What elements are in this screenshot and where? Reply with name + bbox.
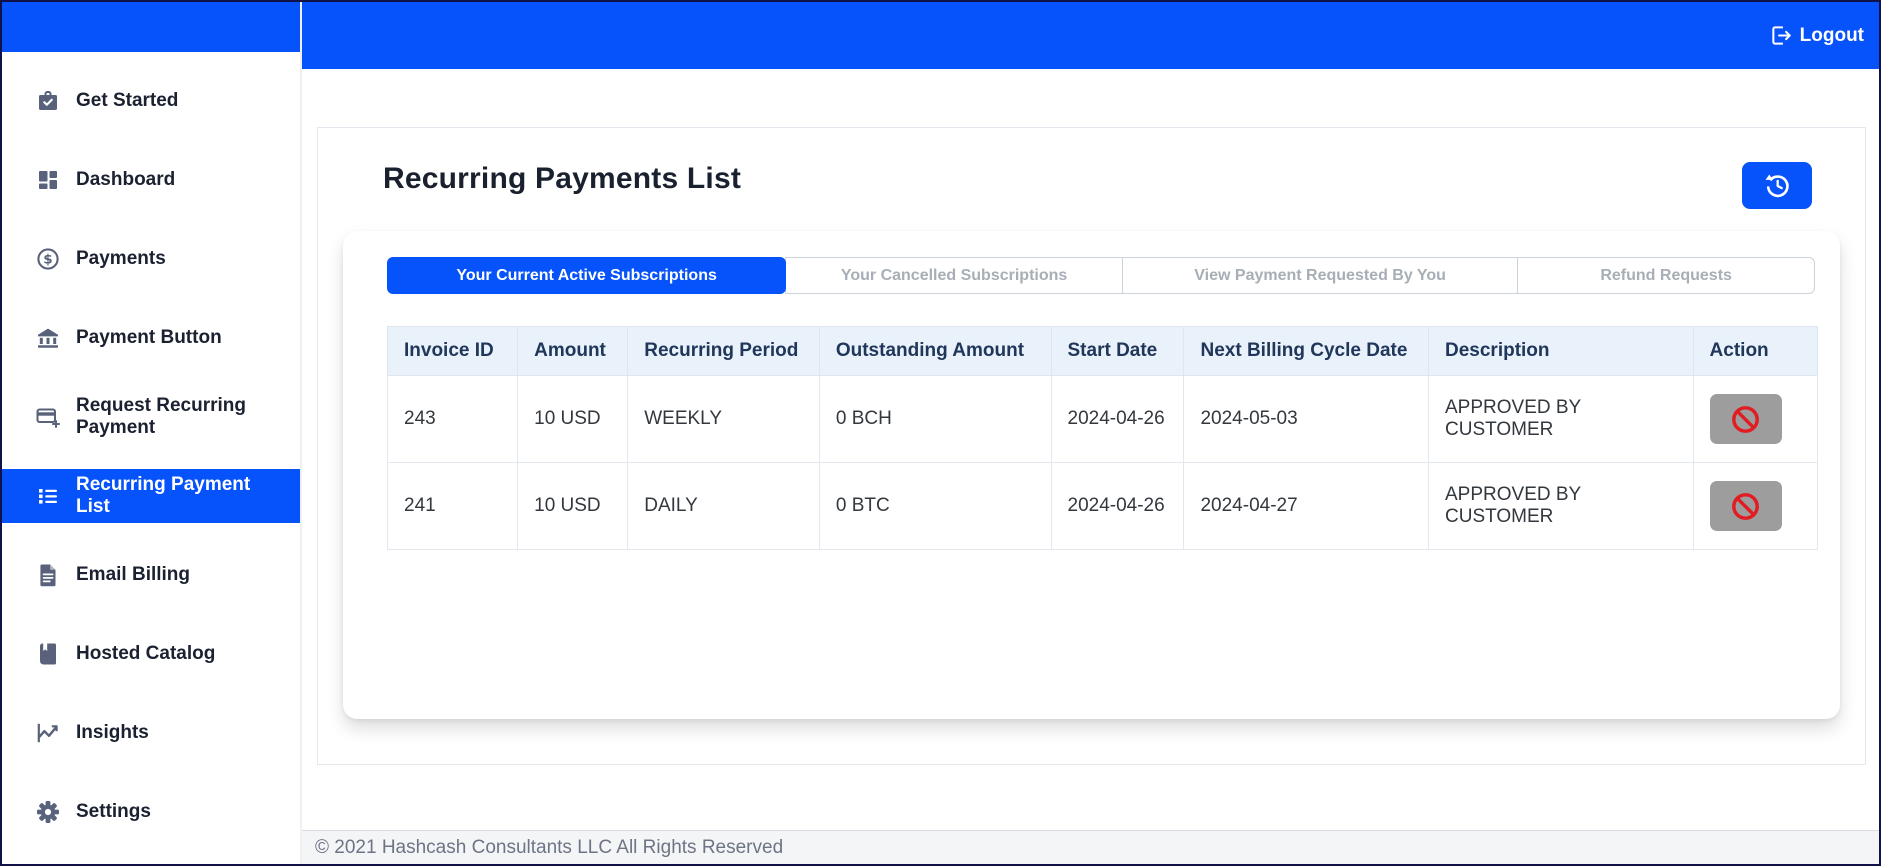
gear-icon xyxy=(35,799,61,825)
sidebar-item-label: Hosted Catalog xyxy=(76,643,216,665)
column-header-next-billing-cycle-date: Next Billing Cycle Date xyxy=(1183,326,1429,376)
footer: © 2021 Hashcash Consultants LLC All Righ… xyxy=(302,830,1879,864)
main-content: Recurring Payments List Your Current Act… xyxy=(302,69,1879,830)
sidebar: Get Started Dashboard $ Payments Payment… xyxy=(2,2,302,864)
sidebar-item-payment-button[interactable]: Payment Button xyxy=(2,311,300,365)
cell-next-billing-cycle-date: 2024-05-03 xyxy=(1183,375,1429,463)
cell-invoice-id: 241 xyxy=(386,462,519,550)
cell-next-billing-cycle-date: 2024-04-27 xyxy=(1183,462,1429,550)
list-icon xyxy=(35,483,61,509)
panel-header: Recurring Payments List xyxy=(343,156,1840,209)
chart-line-icon xyxy=(35,720,61,746)
recurring-payments-table: Invoice ID Amount Recurring Period Outst… xyxy=(386,326,1819,550)
cell-outstanding-amount: 0 BCH xyxy=(818,375,1052,463)
sidebar-item-request-recurring-payment[interactable]: Request Recurring Payment xyxy=(2,390,300,444)
sidebar-item-label: Recurring Payment List xyxy=(76,474,251,517)
cell-description: APPROVED BY CUSTOMER xyxy=(1428,375,1694,463)
table-header-row: Invoice ID Amount Recurring Period Outst… xyxy=(386,326,1819,376)
column-header-start-date: Start Date xyxy=(1050,326,1185,376)
column-header-recurring-period: Recurring Period xyxy=(627,326,820,376)
sidebar-item-insights[interactable]: Insights xyxy=(2,706,300,760)
sidebar-item-label: Get Started xyxy=(76,90,179,112)
sidebar-item-dashboard[interactable]: Dashboard xyxy=(2,153,300,207)
cell-action xyxy=(1692,375,1819,463)
cell-start-date: 2024-04-26 xyxy=(1050,375,1185,463)
column-header-invoice-id: Invoice ID xyxy=(386,326,519,376)
tab-view-payment-requested[interactable]: View Payment Requested By You xyxy=(1121,257,1519,294)
sidebar-item-label: Settings xyxy=(76,801,151,823)
tab-refund-requests[interactable]: Refund Requests xyxy=(1517,257,1815,294)
sidebar-item-label: Request Recurring Payment xyxy=(76,395,246,438)
cell-amount: 10 USD xyxy=(517,462,629,550)
refresh-history-button[interactable] xyxy=(1742,162,1812,209)
ban-icon xyxy=(1730,491,1761,522)
logout-label: Logout xyxy=(1799,24,1864,46)
card-plus-icon xyxy=(35,404,61,430)
top-header-bar: Logout xyxy=(302,2,1879,69)
sidebar-item-label: Payments xyxy=(76,248,166,270)
logout-button[interactable]: Logout xyxy=(1770,24,1864,47)
cell-action xyxy=(1692,462,1819,550)
sidebar-item-email-billing[interactable]: Email Billing xyxy=(2,548,300,602)
column-header-action: Action xyxy=(1692,326,1819,376)
cell-amount: 10 USD xyxy=(517,375,629,463)
column-header-description: Description xyxy=(1428,326,1694,376)
content-panel: Recurring Payments List Your Current Act… xyxy=(317,127,1866,765)
subscription-tabs: Your Current Active Subscriptions Your C… xyxy=(387,257,1818,294)
dollar-circle-icon: $ xyxy=(35,246,61,272)
sign-out-icon xyxy=(1770,24,1793,47)
history-icon xyxy=(1764,172,1791,199)
cell-recurring-period: WEEKLY xyxy=(627,375,820,463)
cancel-subscription-button[interactable] xyxy=(1709,394,1782,444)
sidebar-item-label: Insights xyxy=(76,722,149,744)
column-header-outstanding-amount: Outstanding Amount xyxy=(818,326,1052,376)
column-header-amount: Amount xyxy=(517,326,629,376)
page-title: Recurring Payments List xyxy=(383,162,742,195)
briefcase-check-icon xyxy=(35,88,61,114)
sidebar-item-get-started[interactable]: Get Started xyxy=(2,74,300,128)
sidebar-logo-block xyxy=(2,2,300,52)
cancel-subscription-button[interactable] xyxy=(1709,481,1782,531)
cell-description: APPROVED BY CUSTOMER xyxy=(1428,462,1694,550)
sidebar-item-settings[interactable]: Settings xyxy=(2,785,300,839)
sidebar-item-hosted-catalog[interactable]: Hosted Catalog xyxy=(2,627,300,681)
footer-copyright: © 2021 Hashcash Consultants LLC All Righ… xyxy=(315,836,784,858)
document-icon xyxy=(35,562,61,588)
sidebar-item-label: Email Billing xyxy=(76,564,191,586)
ban-icon xyxy=(1730,404,1761,435)
sidebar-item-label: Dashboard xyxy=(76,169,176,191)
cell-outstanding-amount: 0 BTC xyxy=(818,462,1052,550)
dashboard-grid-icon xyxy=(35,167,61,193)
app-window: Get Started Dashboard $ Payments Payment… xyxy=(2,2,1879,864)
cell-start-date: 2024-04-26 xyxy=(1050,462,1185,550)
subscriptions-card: Your Current Active Subscriptions Your C… xyxy=(343,231,1840,719)
sidebar-nav: Get Started Dashboard $ Payments Payment… xyxy=(2,52,300,864)
sidebar-item-label: Payment Button xyxy=(76,327,222,349)
book-icon xyxy=(35,641,61,667)
bank-icon xyxy=(35,325,61,351)
table-row: 241 10 USD DAILY 0 BTC 2024-04-26 2024-0… xyxy=(386,462,1819,550)
tab-current-active-subscriptions[interactable]: Your Current Active Subscriptions xyxy=(387,257,787,294)
table-row: 243 10 USD WEEKLY 0 BCH 2024-04-26 2024-… xyxy=(386,375,1819,463)
sidebar-item-payments[interactable]: $ Payments xyxy=(2,232,300,286)
cell-invoice-id: 243 xyxy=(386,375,519,463)
svg-text:$: $ xyxy=(43,252,52,268)
tab-cancelled-subscriptions[interactable]: Your Cancelled Subscriptions xyxy=(785,257,1123,294)
cell-recurring-period: DAILY xyxy=(627,462,820,550)
sidebar-item-recurring-payment-list[interactable]: Recurring Payment List xyxy=(2,469,300,523)
